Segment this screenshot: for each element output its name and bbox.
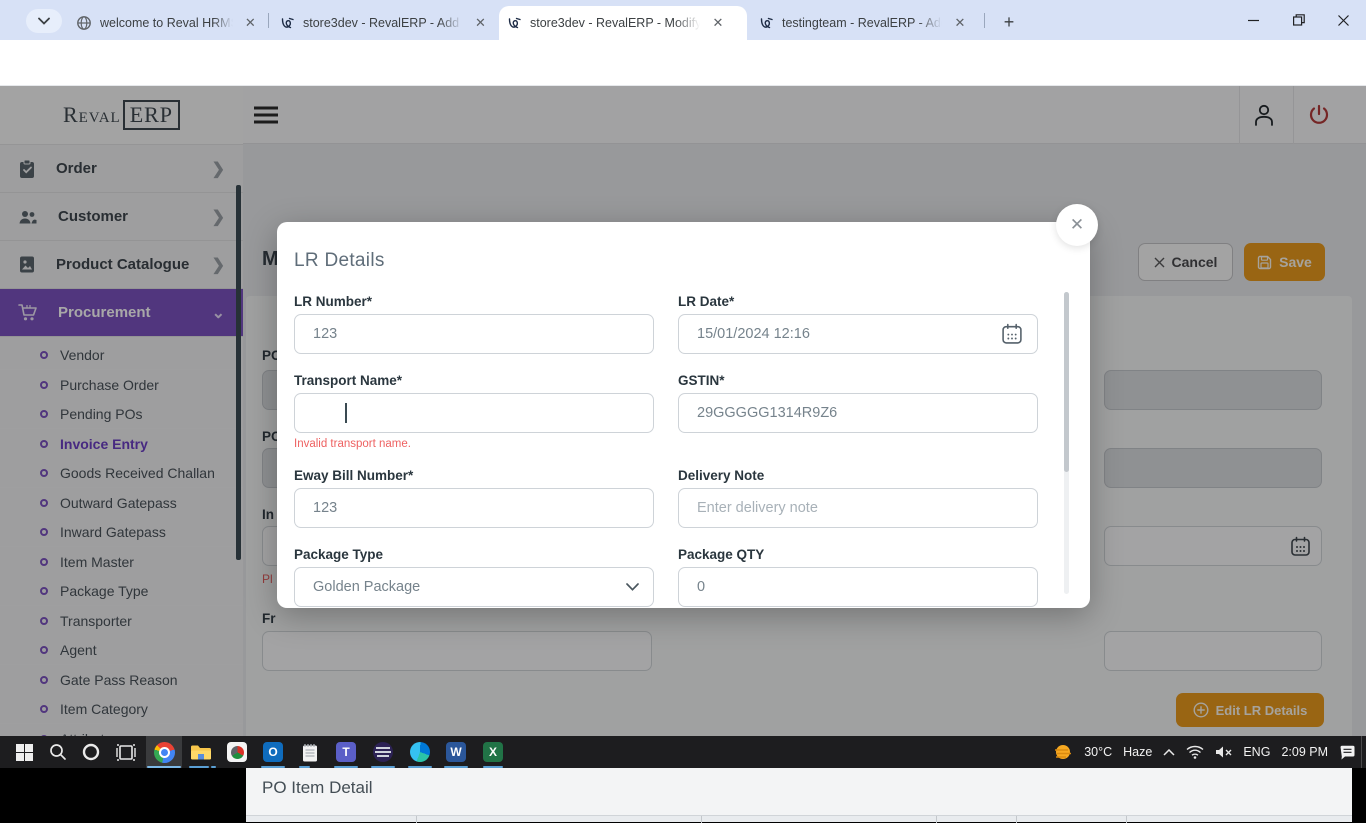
wifi-icon[interactable] xyxy=(1186,745,1204,759)
taskbar-teams-icon[interactable]: T xyxy=(328,736,364,768)
transport-name-label: Transport Name* xyxy=(294,373,402,388)
weather-condition[interactable]: Haze xyxy=(1123,745,1152,759)
package-qty-input[interactable]: 0 xyxy=(678,567,1038,607)
transport-name-error: Invalid transport name. xyxy=(294,438,411,450)
taskbar-notepad-icon[interactable] xyxy=(292,736,328,768)
modal-scrollbar-thumb[interactable] xyxy=(1064,292,1069,472)
gstin-label: GSTIN* xyxy=(678,373,725,388)
tray-chevron-up-icon[interactable] xyxy=(1163,749,1175,756)
lr-number-label: LR Number* xyxy=(294,294,372,309)
globe-icon xyxy=(76,15,92,31)
tab-divider xyxy=(984,13,985,28)
system-tray: 30°C Haze ENG 2:09 PM xyxy=(1053,736,1356,768)
volume-muted-icon[interactable] xyxy=(1215,745,1232,759)
tab-testingteam[interactable]: testingteam - RevalERP - Add V ✕ xyxy=(751,6,981,40)
package-qty-label: Package QTY xyxy=(678,547,764,562)
taskbar-excel-icon[interactable]: X xyxy=(475,736,511,768)
clock[interactable]: 2:09 PM xyxy=(1281,745,1328,759)
lr-date-input[interactable]: 15/01/2024 12:16 xyxy=(678,314,1038,354)
browser-toolbar: store3dev.revalweb.com/InvoiceEntry/modi… xyxy=(0,40,1366,86)
start-button[interactable] xyxy=(6,736,42,768)
reval-favicon xyxy=(280,16,295,31)
taskbar-outlook-icon[interactable]: O xyxy=(255,736,291,768)
transport-name-input[interactable] xyxy=(294,393,654,433)
show-desktop-button[interactable] xyxy=(1361,736,1366,768)
tab-title: welcome to Reval HRMS xyxy=(100,16,233,30)
taskbar-eclipse-icon[interactable] xyxy=(365,736,401,768)
gstin-input[interactable]: 29GGGGG1314R9Z6 xyxy=(678,393,1038,433)
chevron-down-icon xyxy=(626,583,639,591)
tab-close-icon[interactable]: ✕ xyxy=(952,15,968,31)
tab-search-button[interactable] xyxy=(26,9,62,33)
tab-close-icon[interactable]: ✕ xyxy=(473,15,488,31)
tab-title: store3dev - RevalERP - Add Inv xyxy=(303,16,463,30)
taskbar-edge-icon[interactable] xyxy=(402,736,438,768)
tab-close-icon[interactable]: ✕ xyxy=(243,15,258,31)
delivery-note-label: Delivery Note xyxy=(678,468,764,483)
po-item-detail-title: PO Item Detail xyxy=(262,778,373,798)
taskbar-file-explorer-icon[interactable] xyxy=(182,736,218,768)
tab-title: store3dev - RevalERP - Modify xyxy=(530,16,700,30)
window-minimize-button[interactable] xyxy=(1230,0,1276,40)
tab-title: testingteam - RevalERP - Add V xyxy=(782,16,942,30)
modal-close-button[interactable]: ✕ xyxy=(1056,204,1098,246)
new-tab-button[interactable]: + xyxy=(996,9,1022,35)
modal-title: LR Details xyxy=(294,250,385,272)
window-restore-button[interactable] xyxy=(1276,0,1322,40)
taskbar-word-icon[interactable]: W xyxy=(438,736,474,768)
reval-favicon xyxy=(507,16,522,31)
window-close-button[interactable] xyxy=(1320,0,1366,40)
calendar-icon[interactable] xyxy=(1001,323,1023,345)
lr-number-input[interactable]: 123 xyxy=(294,314,654,354)
reval-favicon xyxy=(759,16,774,31)
taskbar-pinwheel-app-icon[interactable] xyxy=(219,736,255,768)
package-type-select[interactable]: Golden Package xyxy=(294,567,654,607)
weather-temp[interactable]: 30°C xyxy=(1084,745,1112,759)
weather-icon[interactable] xyxy=(1053,743,1073,761)
eway-bill-input[interactable]: 123 xyxy=(294,488,654,528)
tab-divider xyxy=(268,13,269,28)
tab-reval-erp-modify-active[interactable]: store3dev - RevalERP - Modify ✕ xyxy=(499,6,747,40)
eway-bill-label: Eway Bill Number* xyxy=(294,468,413,483)
windows-taskbar: O T W X 30°C Haze ENG 2:09 PM xyxy=(0,736,1366,768)
task-view-icon[interactable] xyxy=(108,736,144,768)
notification-center-icon[interactable] xyxy=(1339,745,1356,760)
lr-details-modal: LR Details LR Number* 123 LR Date* 15/01… xyxy=(277,222,1090,608)
tab-reval-hrms[interactable]: welcome to Reval HRMS ✕ xyxy=(68,6,266,40)
browser-tab-strip: welcome to Reval HRMS ✕ store3dev - Reva… xyxy=(0,0,1366,40)
search-icon[interactable] xyxy=(40,736,76,768)
po-table-header-sliver xyxy=(246,815,1352,822)
text-caret xyxy=(345,403,347,423)
input-language[interactable]: ENG xyxy=(1243,745,1270,759)
taskbar-chrome-icon[interactable] xyxy=(146,736,182,768)
package-type-label: Package Type xyxy=(294,547,383,562)
cortana-icon[interactable] xyxy=(73,736,109,768)
tab-close-icon[interactable]: ✕ xyxy=(710,15,726,31)
tab-reval-erp-add[interactable]: store3dev - RevalERP - Add Inv ✕ xyxy=(272,6,496,40)
delivery-note-input[interactable]: Enter delivery note xyxy=(678,488,1038,528)
lr-date-label: LR Date* xyxy=(678,294,734,309)
